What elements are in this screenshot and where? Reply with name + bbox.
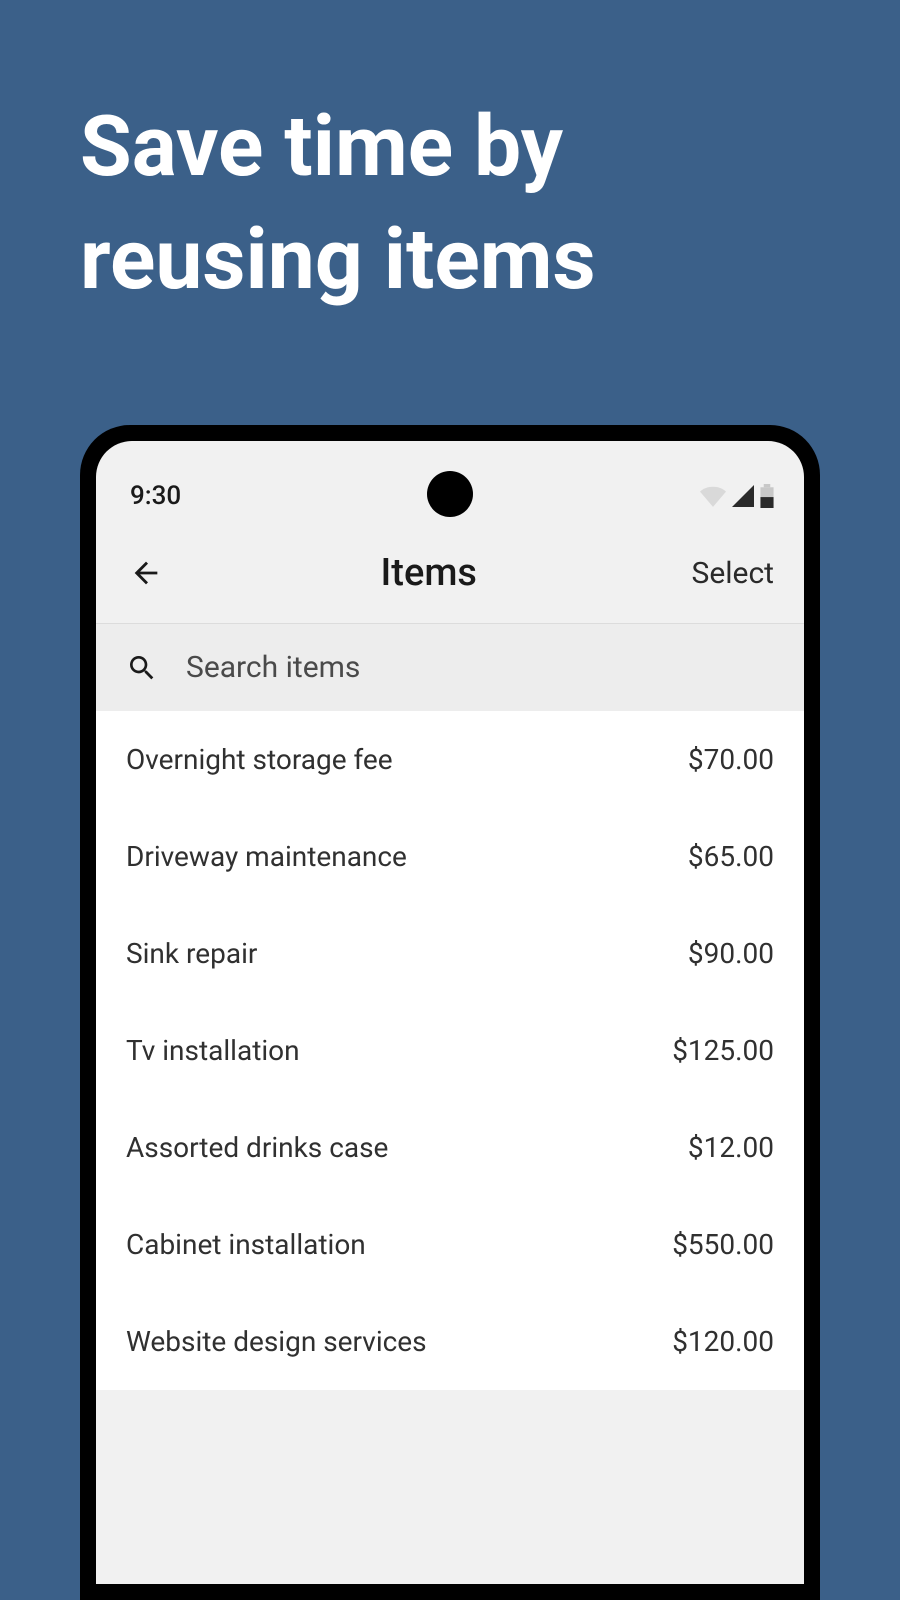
item-price: $120.00 bbox=[672, 1325, 774, 1358]
items-list: Overnight storage fee $70.00 Driveway ma… bbox=[96, 711, 804, 1390]
promo-heading: Save time by reusing items bbox=[0, 0, 900, 377]
item-price: $12.00 bbox=[688, 1131, 774, 1164]
search-bar[interactable]: Search items bbox=[96, 623, 804, 711]
app-bar: Items Select bbox=[96, 531, 804, 623]
back-button[interactable] bbox=[126, 553, 166, 593]
arrow-left-icon bbox=[129, 556, 163, 590]
item-price: $70.00 bbox=[688, 743, 774, 776]
camera-notch bbox=[427, 471, 473, 517]
search-placeholder: Search items bbox=[186, 650, 360, 685]
phone-screen: 9:30 Items bbox=[96, 441, 804, 1584]
item-name: Sink repair bbox=[126, 937, 257, 970]
item-price: $125.00 bbox=[672, 1034, 774, 1067]
item-price: $550.00 bbox=[672, 1228, 774, 1261]
list-item[interactable]: Sink repair $90.00 bbox=[96, 905, 804, 1002]
list-item[interactable]: Tv installation $125.00 bbox=[96, 1002, 804, 1099]
item-name: Website design services bbox=[126, 1325, 427, 1358]
wifi-icon bbox=[700, 485, 726, 507]
select-button[interactable]: Select bbox=[692, 556, 774, 591]
phone-frame: 9:30 Items bbox=[80, 425, 820, 1600]
cellular-icon bbox=[732, 485, 754, 507]
item-price: $65.00 bbox=[688, 840, 774, 873]
list-item[interactable]: Assorted drinks case $12.00 bbox=[96, 1099, 804, 1196]
status-icons bbox=[700, 484, 774, 508]
list-item[interactable]: Website design services $120.00 bbox=[96, 1293, 804, 1390]
page-title: Items bbox=[381, 551, 477, 595]
list-item[interactable]: Cabinet installation $550.00 bbox=[96, 1196, 804, 1293]
item-name: Cabinet installation bbox=[126, 1228, 366, 1261]
item-name: Assorted drinks case bbox=[126, 1131, 388, 1164]
search-icon bbox=[126, 652, 158, 684]
status-time: 9:30 bbox=[130, 481, 181, 511]
battery-icon bbox=[760, 484, 774, 508]
list-item[interactable]: Overnight storage fee $70.00 bbox=[96, 711, 804, 808]
item-name: Overnight storage fee bbox=[126, 743, 393, 776]
item-price: $90.00 bbox=[688, 937, 774, 970]
item-name: Driveway maintenance bbox=[126, 840, 407, 873]
list-item[interactable]: Driveway maintenance $65.00 bbox=[96, 808, 804, 905]
item-name: Tv installation bbox=[126, 1034, 300, 1067]
